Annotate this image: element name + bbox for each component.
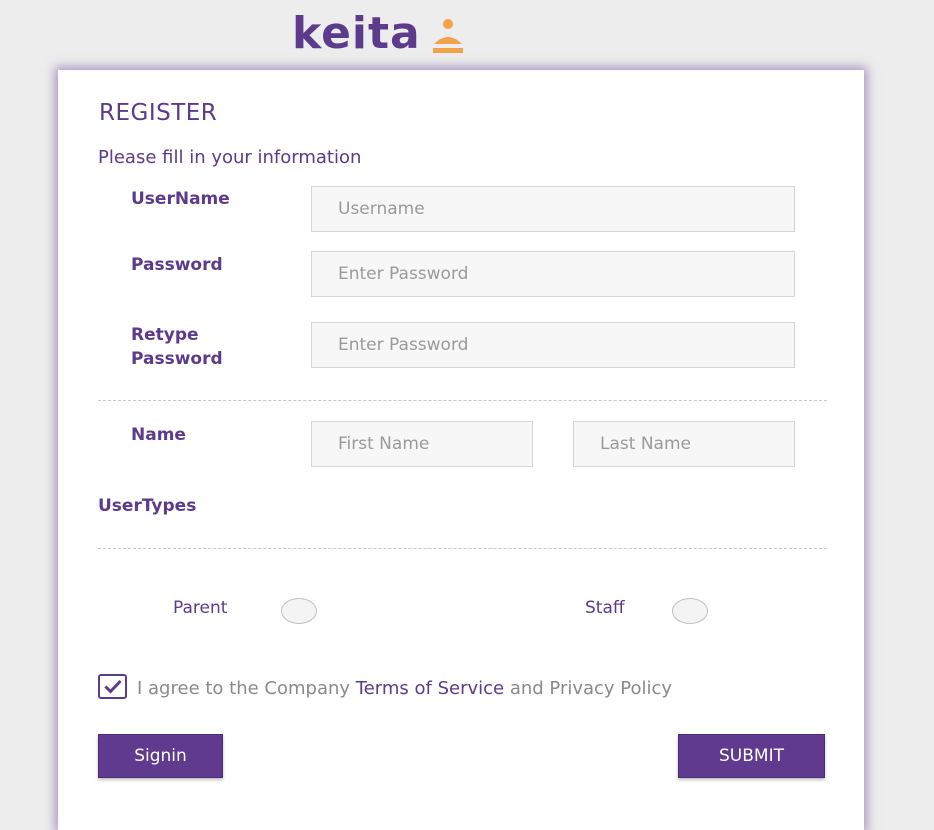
staff-radio[interactable] <box>672 598 708 624</box>
register-card: REGISTER Please fill in your information… <box>58 70 864 830</box>
person-icon <box>431 18 465 56</box>
page-title: REGISTER <box>99 100 218 126</box>
username-input[interactable] <box>311 186 795 232</box>
brand-logo: keita <box>292 6 552 62</box>
last-name-input[interactable] <box>573 421 795 467</box>
signin-button[interactable]: Signin <box>98 734 223 778</box>
name-label: Name <box>131 425 186 445</box>
logo-text: keita <box>292 8 421 59</box>
checkmark-icon <box>104 679 122 694</box>
divider <box>98 400 827 401</box>
staff-radio-label: Staff <box>585 598 625 618</box>
username-label: UserName <box>131 189 230 209</box>
terms-text-after: and Privacy Policy <box>504 678 673 699</box>
terms-text-before: I agree to the Company <box>137 678 356 699</box>
parent-radio[interactable] <box>281 598 317 624</box>
retype-password-label-line2: Password <box>131 349 223 369</box>
password-input[interactable] <box>311 251 795 297</box>
usertypes-label: UserTypes <box>98 496 197 516</box>
submit-button[interactable]: SUBMIT <box>678 734 825 778</box>
first-name-input[interactable] <box>311 421 533 467</box>
divider <box>98 548 827 549</box>
parent-radio-label: Parent <box>173 598 228 618</box>
retype-password-input[interactable] <box>311 322 795 368</box>
password-label: Password <box>131 255 223 275</box>
terms-checkbox[interactable] <box>98 674 127 699</box>
terms-of-service-link[interactable]: Terms of Service <box>356 678 504 699</box>
retype-password-label: Retype Password <box>131 323 223 371</box>
form-subtitle: Please fill in your information <box>98 147 362 168</box>
terms-agreement: I agree to the Company Terms of Service … <box>98 674 828 704</box>
retype-password-label-line1: Retype <box>131 325 199 345</box>
